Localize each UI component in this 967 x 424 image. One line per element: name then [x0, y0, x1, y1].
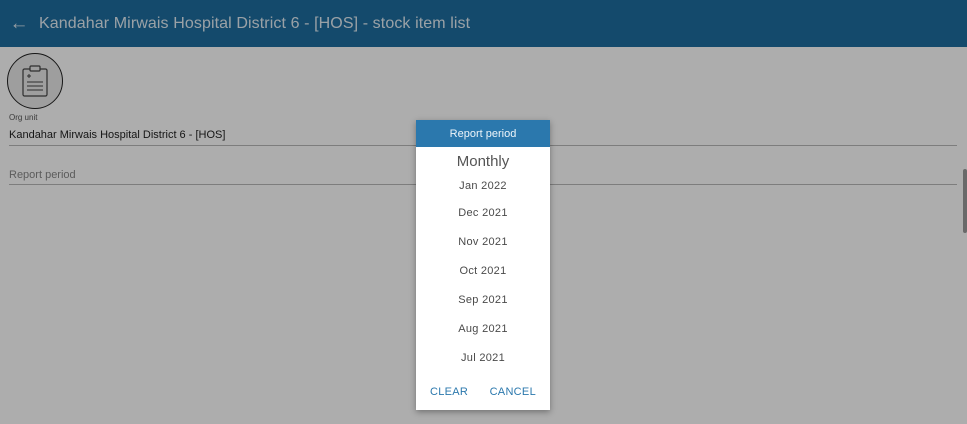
- period-option[interactable]: Dec 2021: [416, 199, 550, 228]
- period-option[interactable]: Jul 2021: [416, 344, 550, 373]
- period-option[interactable]: Jan 2022: [416, 173, 550, 199]
- period-option[interactable]: Sep 2021: [416, 286, 550, 315]
- cancel-button[interactable]: CANCEL: [490, 386, 536, 398]
- period-option[interactable]: Nov 2021: [416, 228, 550, 257]
- clear-button[interactable]: CLEAR: [430, 386, 468, 398]
- period-list: Jan 2022 Dec 2021 Nov 2021 Oct 2021 Sep …: [416, 173, 550, 373]
- period-option[interactable]: Aug 2021: [416, 315, 550, 344]
- report-period-dialog: Report period Monthly Jan 2022 Dec 2021 …: [416, 120, 550, 410]
- dialog-title: Report period: [416, 120, 550, 147]
- dialog-actions: CLEAR CANCEL: [416, 386, 550, 398]
- period-type-selector[interactable]: Monthly: [416, 151, 550, 173]
- period-option[interactable]: Oct 2021: [416, 257, 550, 286]
